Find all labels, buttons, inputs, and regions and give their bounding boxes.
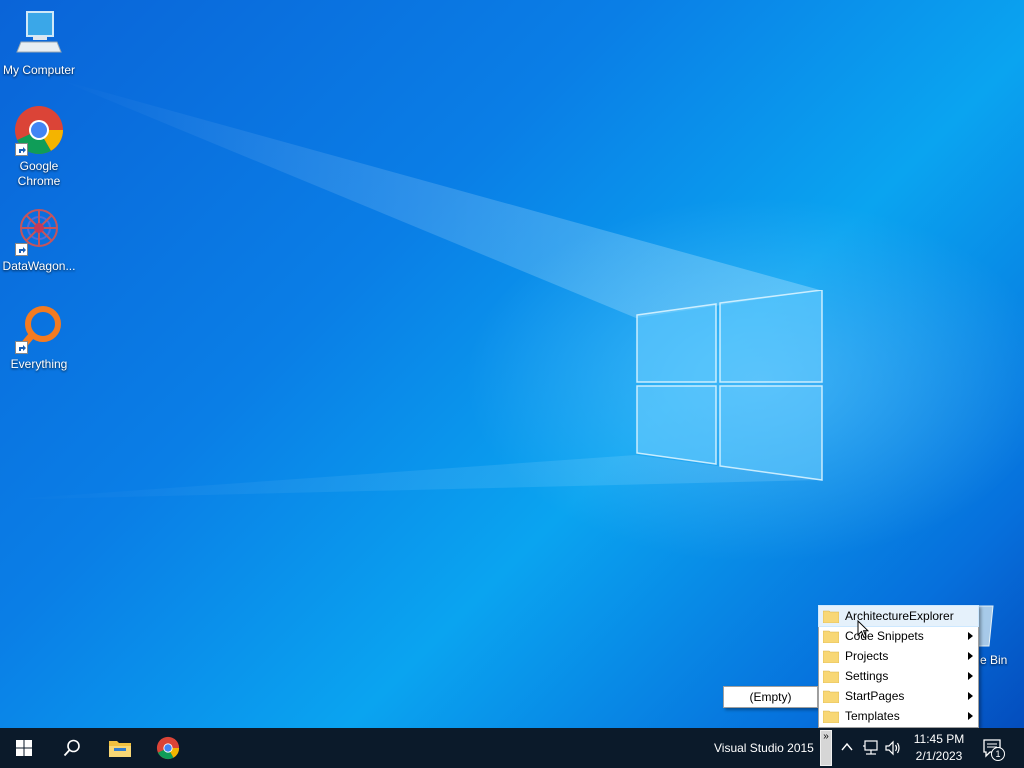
shortcut-arrow-icon [15, 143, 28, 156]
menu-item-templates[interactable]: Templates [819, 706, 978, 726]
menu-item-code-snippets[interactable]: Code Snippets [819, 626, 978, 646]
shortcut-arrow-icon [15, 243, 28, 256]
file-explorer-taskbar-button[interactable] [96, 728, 144, 768]
notification-count: 1 [995, 749, 1001, 759]
notification-count-badge: 1 [991, 747, 1005, 761]
computer-icon [13, 8, 65, 60]
menu-item-projects[interactable]: Projects [819, 646, 978, 666]
mouse-cursor-icon [857, 620, 869, 639]
clock-date: 2/1/2023 [915, 749, 963, 763]
folder-icon [823, 630, 839, 643]
chrome-taskbar-button[interactable] [144, 728, 192, 768]
chrome-icon [13, 104, 65, 156]
taskbar: Visual Studio 2015 » 11:45 PM 2/1/2023 [0, 728, 1024, 768]
file-explorer-icon [109, 741, 131, 757]
shortcut-arrow-icon [15, 341, 28, 354]
submenu-arrow-icon [968, 712, 973, 720]
everything-search-icon [13, 302, 65, 354]
search-icon [63, 739, 80, 757]
desktop-icon-label: Everything [10, 357, 68, 371]
volume-icon[interactable] [884, 739, 902, 757]
network-icon[interactable] [862, 739, 880, 757]
desktop-icon-label: My Computer [2, 63, 76, 77]
menu-item-label: StartPages [845, 689, 905, 703]
submenu-empty: (Empty) [723, 686, 818, 708]
desktop-icon-google-chrome[interactable]: Google Chrome [0, 104, 78, 189]
clock-time: 11:45 PM [913, 732, 965, 746]
folder-icon [823, 650, 839, 663]
show-hidden-icons-chevron-icon[interactable] [840, 740, 854, 754]
folder-icon [823, 610, 839, 623]
submenu-arrow-icon [968, 652, 973, 660]
submenu-arrow-icon [968, 632, 973, 640]
folder-icon [823, 690, 839, 703]
desktop-icon-my-computer[interactable]: My Computer [0, 8, 78, 78]
menu-item-label: Projects [845, 649, 889, 663]
menu-item-architecture-explorer[interactable]: ArchitectureExplorer [818, 605, 979, 627]
taskbar-toolbar-label: Visual Studio 2015 [714, 741, 814, 755]
search-button[interactable] [48, 728, 96, 768]
desktop-icon-datawagon[interactable]: DataWagon... [0, 204, 78, 274]
desktop-icon-label: e Bin [980, 653, 1008, 667]
submenu-empty-label: (Empty) [749, 690, 792, 704]
menu-item-settings[interactable]: Settings [819, 666, 978, 686]
desktop-icon-everything[interactable]: Everything [0, 302, 78, 372]
start-button[interactable] [0, 728, 48, 768]
datawagon-icon [13, 204, 65, 256]
chrome-icon [156, 736, 180, 760]
windows-logo-wallpaper [636, 290, 823, 481]
submenu-arrow-icon [968, 692, 973, 700]
folder-icon [823, 670, 839, 683]
menu-item-startpages[interactable]: StartPages [819, 686, 978, 706]
start-icon [16, 740, 32, 756]
desktop-icon-label: DataWagon... [2, 259, 76, 273]
toolbar-popup-menu: ArchitectureExplorer Code Snippets Proje… [818, 605, 979, 728]
desktop-icon-label: Google Chrome [17, 159, 61, 188]
menu-item-label: Settings [845, 669, 889, 683]
submenu-arrow-icon [968, 672, 973, 680]
taskbar-clock[interactable]: 11:45 PM 2/1/2023 [908, 731, 970, 765]
toolbar-chevron-button[interactable]: » [820, 730, 832, 766]
folder-icon [823, 710, 839, 723]
menu-item-label: Templates [845, 709, 900, 723]
